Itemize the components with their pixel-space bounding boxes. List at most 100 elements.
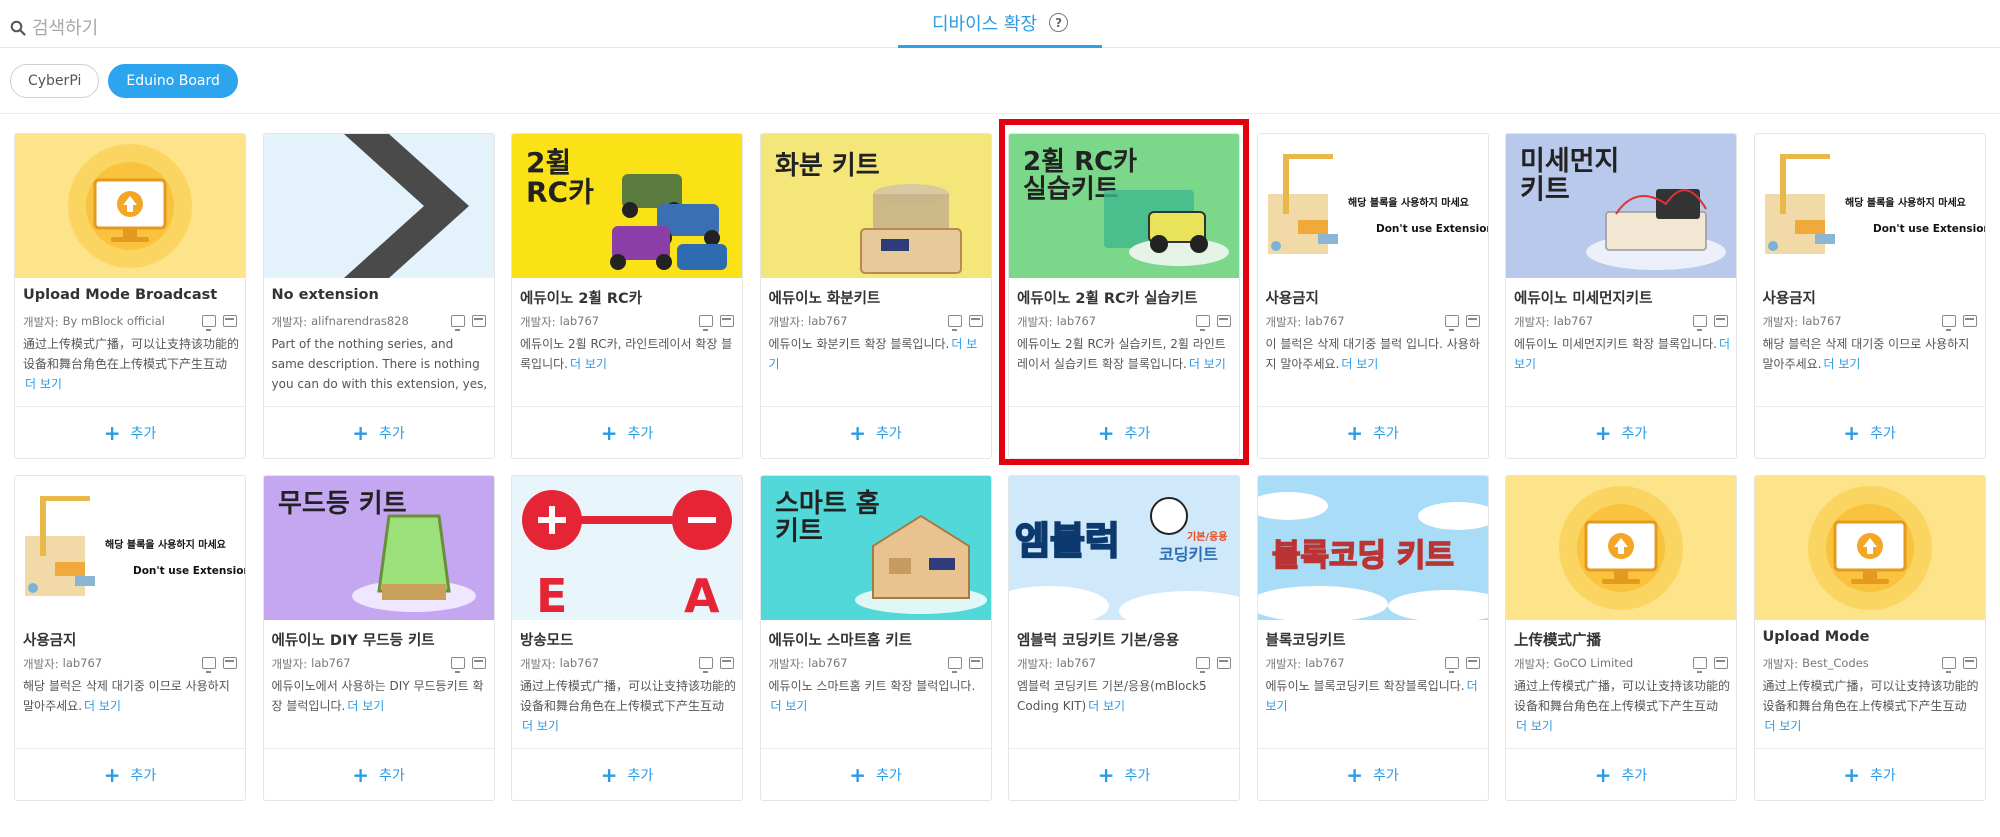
add-button[interactable]: + 추가 <box>15 406 245 458</box>
mblock-kit-banner: 엠블럭 기본/응용 코딩키트 <box>1009 476 1239 620</box>
add-button[interactable]: + 추가 <box>1506 748 1736 800</box>
extension-description: 에듀이노 2휠 RC카, 라인트레이서 확장 블록입니다. 더 보기 <box>520 334 736 374</box>
extension-card[interactable]: 스마트 홈 키트 에듀이노 스마트홈 키트 개발자: lab767 에듀이노 스마… <box>759 475 992 801</box>
description-text: 에듀이노 미세먼지키트 확장 블록입니다. <box>1514 337 1717 351</box>
dust-kit-photo: 미세먼지키트 <box>1506 134 1736 278</box>
developer-name: GoCO Limited <box>1553 656 1634 670</box>
more-link[interactable]: 더 보기 <box>1516 719 1553 733</box>
add-button[interactable]: + 추가 <box>1754 748 1985 800</box>
upload-yellow-icon <box>15 134 245 278</box>
search-input[interactable] <box>32 17 292 39</box>
extension-thumbnail: 미세먼지 키트 <box>1506 134 1736 278</box>
add-button-label: 추가 <box>627 425 654 442</box>
developer-line: 개발자: By mBlock official <box>23 314 165 330</box>
add-button[interactable]: + 추가 <box>760 748 991 800</box>
more-link[interactable]: 더 보기 <box>570 357 607 371</box>
developer-line: 개발자: lab767 <box>769 656 848 672</box>
svg-text:키트: 키트 <box>1520 174 1570 205</box>
more-link[interactable]: 더 보기 <box>1824 357 1861 371</box>
pc-icon <box>450 657 465 673</box>
extension-card[interactable]: 미세먼지 키트 에듀이노 미세먼지키트 개발자: lab767 에듀이노 미세먼지… <box>1505 133 1737 459</box>
add-button[interactable]: + 추가 <box>1257 406 1488 458</box>
extension-card[interactable]: 해당 블록을 사용하지 마세요 Don't use Extension 사용금지… <box>14 475 246 801</box>
add-button[interactable]: + 추가 <box>512 748 742 800</box>
description-text: 에듀이노 블록코딩키트 확장블록입니다. <box>1265 679 1465 693</box>
add-button[interactable]: + 추가 <box>512 406 742 458</box>
more-link[interactable]: 더 보기 <box>25 377 62 391</box>
filter-chip-eduino-board[interactable]: Eduino Board <box>108 64 238 98</box>
more-link[interactable]: 더 보기 <box>347 699 384 713</box>
extension-name: No extension <box>271 287 379 303</box>
add-button-label: 추가 <box>1124 767 1151 784</box>
add-button[interactable]: + 추가 <box>760 406 991 458</box>
divider <box>0 113 2000 114</box>
add-button-label: 추가 <box>1870 425 1896 442</box>
developer-line: 개발자: lab767 <box>1266 314 1345 330</box>
extension-thumbnail: 해당 블록을 사용하지 마세요 Don't use Extension <box>1257 134 1488 278</box>
plus-icon: + <box>1097 762 1115 787</box>
extension-card[interactable]: 2휠 RC카 에듀이노 2휠 RC카 개발자: lab767 에듀이노 2휠 RC… <box>511 133 743 459</box>
pc-icon <box>1941 315 1956 331</box>
extension-card[interactable]: 해당 블록을 사용하지 마세요 Don't use Extension 사용금지… <box>1753 133 1986 459</box>
add-button[interactable]: + 추가 <box>263 748 494 800</box>
search-box[interactable] <box>10 16 292 40</box>
more-link[interactable]: 더 보기 <box>771 699 808 713</box>
extension-card[interactable]: 화분 키트 에듀이노 화분키트 개발자: lab767 에듀이노 화분키트 확장… <box>759 133 992 459</box>
extension-card[interactable]: 해당 블록을 사용하지 마세요 Don't use Extension 사용금지… <box>1256 133 1489 459</box>
developer-name: Best_Codes <box>1802 656 1869 670</box>
developer-line: 개발자: lab767 <box>769 314 848 330</box>
add-button[interactable]: + 추가 <box>1754 406 1985 458</box>
extension-name: 上传模式广播 <box>1514 633 1601 649</box>
extension-card[interactable]: 블록코딩 키트 블록코딩키트 개발자: lab767 에듀이노 블록코딩키트 확… <box>1256 475 1489 801</box>
construction-illustration: 해당 블록을 사용하지 마세요 Don't use Extension <box>1257 134 1488 278</box>
tab-device-extensions[interactable]: 디바이스 확장 ? <box>898 0 1102 48</box>
add-button[interactable]: + 추가 <box>1257 748 1488 800</box>
developer-line: 개발자: GoCO Limited <box>1514 656 1633 672</box>
description-text: 通过上传模式广播，可以让支持该功能的设备和舞台角色在上传模式下产生互动 <box>1514 679 1730 713</box>
help-icon[interactable]: ? <box>1049 13 1069 32</box>
tablet-icon <box>1962 657 1977 669</box>
add-button[interactable]: + 추가 <box>1506 406 1736 458</box>
developer-line: 개발자: lab767 <box>1266 656 1345 672</box>
extension-card[interactable]: 上传模式广播 개발자: GoCO Limited 通过上传模式广播，可以让支持该… <box>1505 475 1737 801</box>
more-link[interactable]: 더 보기 <box>1765 719 1802 733</box>
more-link[interactable]: 더 보기 <box>84 699 121 713</box>
pc-icon <box>1444 315 1459 331</box>
filter-chip-cyberpi[interactable]: CyberPi <box>10 64 100 98</box>
developer-label: 개발자: <box>520 315 556 329</box>
add-button[interactable]: + 추가 <box>263 406 494 458</box>
add-button[interactable]: + 추가 <box>1009 748 1239 800</box>
extension-thumbnail: 엠블럭 기본/응용 코딩키트 <box>1009 476 1239 620</box>
more-link[interactable]: 더 보기 <box>1088 699 1125 713</box>
pc-icon <box>947 315 962 331</box>
svg-text:기본/응용: 기본/응용 <box>1187 530 1227 543</box>
platform-icons <box>450 315 486 331</box>
developer-name: By mBlock official <box>62 314 165 328</box>
mood-lamp-photo: 무드등 키트 <box>263 476 494 620</box>
developer-line: 개발자: lab767 <box>520 314 599 330</box>
svg-text:화분 키트: 화분 키트 <box>775 151 880 181</box>
extension-thumbnail: 블록코딩 키트 <box>1257 476 1488 620</box>
plus-icon: + <box>103 762 121 787</box>
add-button[interactable]: + 추가 <box>15 748 245 800</box>
extension-description: 에듀이노 화분키트 확장 블록입니다. 더 보기 <box>769 334 985 374</box>
extension-name: 블록코딩키트 <box>1265 633 1346 649</box>
extension-card[interactable]: 엠블럭 기본/응용 코딩키트 엠블럭 코딩키트 기본/응용 개발자: lab76… <box>1008 475 1240 801</box>
extension-card[interactable]: No extension 개발자: alifnarendras828 Part … <box>262 133 495 459</box>
extension-card[interactable]: Upload Mode 개발자: Best_Codes 通过上传模式广播，可以让… <box>1753 475 1986 801</box>
description-text: 通过上传模式广播，可以让支持该功能的设备和舞台角色在上传模式下产生互动 <box>1762 679 1979 713</box>
plus-icon: + <box>352 420 369 445</box>
extension-card[interactable]: Upload Mode Broadcast 개발자: By mBlock off… <box>14 133 246 459</box>
more-link[interactable]: 더 보기 <box>1341 357 1378 371</box>
svg-text:스마트 홈: 스마트 홈 <box>775 489 880 519</box>
svg-text:Don't use Extension: Don't use Extension <box>1873 223 1985 235</box>
extension-name: 사용금지 <box>1265 291 1319 307</box>
pc-icon <box>1196 657 1210 673</box>
extension-card[interactable]: E A 방송모드 개발자: lab767 通过上传模式广播，可以让支持该功能的设… <box>511 475 743 801</box>
more-link[interactable]: 더 보기 <box>522 719 559 733</box>
extension-card[interactable]: 무드등 키트 에듀이노 DIY 무드등 키트 개발자: lab767 에듀이노에… <box>262 475 495 801</box>
platform-icons <box>450 657 486 673</box>
description-text: 해당 블럭은 삭제 대기중 이므로 사용하지 말아주세요. <box>23 679 230 713</box>
developer-label: 개발자: <box>768 315 805 329</box>
pc-icon <box>202 657 216 673</box>
